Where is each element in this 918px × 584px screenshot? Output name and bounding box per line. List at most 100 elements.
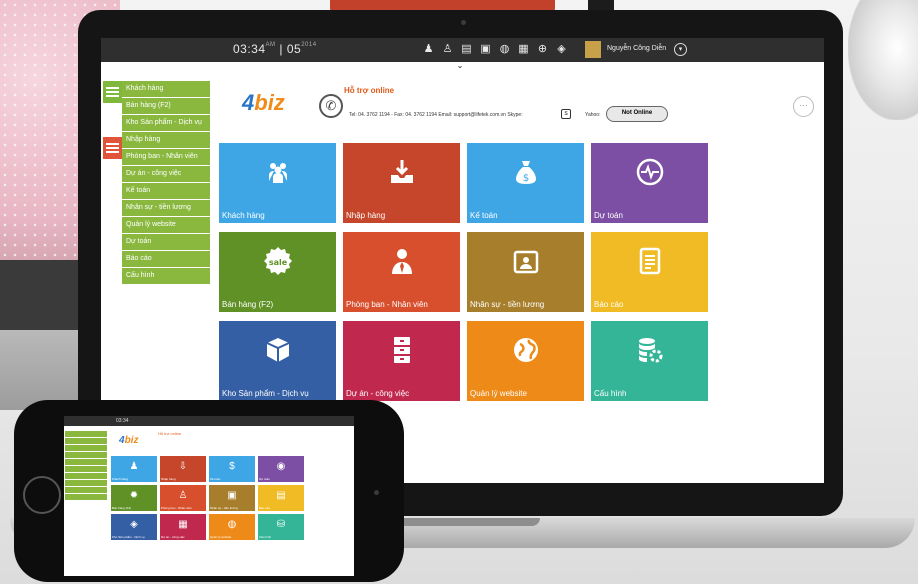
phone-tile: ◉ Dự toán: [258, 456, 304, 482]
import-icon: ⇩: [178, 461, 188, 472]
phone-screen: 03:34 4biz Hỗ trợ online ♟ Khách hàng ⇩ Nh…: [64, 416, 354, 576]
money-bag-icon: $: [467, 157, 584, 194]
phone-tile: ⛁ Cấu hình: [258, 514, 304, 540]
phone-menu-item: [65, 494, 107, 500]
shield-icon[interactable]: ◈: [556, 43, 567, 56]
tile-ban-hang[interactable]: sale Bán hàng (F2): [219, 232, 336, 312]
phone-menu-item: [65, 438, 107, 444]
employee-icon: [343, 246, 460, 283]
globe-icon: ◍: [227, 519, 237, 530]
report-icon: [591, 246, 708, 283]
users-icon: ♟: [129, 461, 139, 472]
sidebar-item[interactable]: Quản lý website: [122, 217, 210, 233]
phone-logo-text: biz: [124, 435, 139, 446]
phone-tile-label: Nhập hàng: [161, 477, 176, 481]
tile-nhap-hang[interactable]: Nhập hàng: [343, 143, 460, 223]
tile-phong-ban[interactable]: Phòng ban - Nhân viên: [343, 232, 460, 312]
sidebar-item[interactable]: Báo cáo: [122, 251, 210, 267]
users-icon[interactable]: ♙: [442, 43, 453, 56]
menu-toggle-button-secondary[interactable]: [103, 137, 122, 159]
avatar[interactable]: [585, 41, 601, 58]
user-name[interactable]: Nguyễn Công Diễn: [607, 45, 666, 52]
sidebar-item[interactable]: Khách hàng: [122, 81, 210, 97]
phone-tile-label: Bán hàng (F2): [112, 506, 132, 510]
yahoo-status-badge[interactable]: Not Online: [606, 106, 668, 122]
phone-support-title: Hỗ trợ online: [158, 431, 182, 436]
tile-label: Báo cáo: [594, 300, 624, 309]
tile-nhan-su[interactable]: Nhân sự - tiền lương: [467, 232, 584, 312]
tile-ke-toan[interactable]: $ Kế toán: [467, 143, 584, 223]
sidebar-item[interactable]: Kho Sản phẩm - Dịch vụ: [122, 115, 210, 131]
phone-tile-label: Cấu hình: [259, 535, 272, 539]
cabinet-icon: [343, 335, 460, 372]
tile-label: Kho Sản phẩm - Dịch vụ: [222, 389, 309, 398]
sidebar-item[interactable]: Kế toán: [122, 183, 210, 199]
sidebar-item[interactable]: Cấu hình: [122, 268, 210, 284]
background-monitor: [0, 260, 78, 330]
users-icon: [219, 157, 336, 194]
phone-menu-item: [65, 487, 107, 493]
phone-tile-grid: ♟ Khách hàng ⇩ Nhập hàng $ Kế toán ◉ Dự toán…: [111, 456, 304, 540]
phone-side-menu: [65, 431, 107, 501]
settings-icon[interactable]: ⊕: [537, 43, 548, 56]
more-icon[interactable]: ···: [793, 96, 814, 117]
sidebar-item[interactable]: Nhân sự - tiền lương: [122, 200, 210, 216]
box-icon[interactable]: ▣: [480, 43, 491, 56]
sidebar-item[interactable]: Phòng ban - Nhân viên: [122, 149, 210, 165]
sidebar-item[interactable]: Bán hàng (F2): [122, 98, 210, 114]
phone-tile-label: Báo cáo: [259, 506, 271, 510]
tile-du-toan[interactable]: Dự toán: [591, 143, 708, 223]
sidebar-item[interactable]: Dự toán: [122, 234, 210, 250]
report-icon: ▤: [276, 490, 286, 501]
background-object: [588, 0, 614, 10]
report-icon[interactable]: ▦: [518, 43, 529, 56]
logo[interactable]: 4biz: [242, 90, 285, 116]
phone-tile: ✹ Bán hàng (F2): [111, 485, 157, 511]
tile-bao-cao[interactable]: Báo cáo: [591, 232, 708, 312]
tile-kho-san-pham[interactable]: Kho Sản phẩm - Dịch vụ: [219, 321, 336, 401]
tile-quan-ly-website[interactable]: Quản lý website: [467, 321, 584, 401]
phone-tile: ⇩ Nhập hàng: [160, 456, 206, 482]
sidebar-item[interactable]: Nhập hàng: [122, 132, 210, 148]
toolbar-icons: ♟ ♙ ▤ ▣ ◍ ▦ ⊕ ◈: [423, 43, 567, 56]
globe-icon[interactable]: ◍: [499, 43, 510, 56]
phone-tile-label: Quản lý website: [210, 535, 232, 539]
skype-icon[interactable]: S: [561, 109, 571, 119]
phone-tile-label: Dự toán: [259, 477, 270, 481]
tile-du-an[interactable]: Dự án - công việc: [343, 321, 460, 401]
chevron-down-icon[interactable]: ▾: [674, 43, 687, 56]
tile-label: Cấu hình: [594, 389, 627, 398]
phone-camera: [374, 490, 379, 495]
tile-cau-hinh[interactable]: Cấu hình: [591, 321, 708, 401]
globe-icon: [467, 335, 584, 372]
database-gear-icon: ⛁: [276, 519, 286, 530]
phone-menu-item: [65, 466, 107, 472]
logo-text: biz: [254, 90, 285, 115]
phone-tile-label: Dự án - công việc: [161, 535, 185, 539]
home-button: [23, 476, 61, 514]
svg-text:sale: sale: [268, 258, 287, 267]
tile-label: Khách hàng: [222, 211, 265, 220]
yahoo-label: Yahoo:: [585, 112, 601, 118]
tile-label: Phòng ban - Nhân viên: [346, 300, 428, 309]
phone-clock: 03:34: [116, 418, 129, 424]
tile-label: Dự toán: [594, 211, 623, 220]
user-icon[interactable]: ♟: [423, 43, 434, 56]
sidebar-item[interactable]: Dự án - công việc: [122, 166, 210, 182]
employee-icon: ♙: [178, 490, 188, 501]
phone-menu-item: [65, 431, 107, 437]
support-title: Hỗ trợ online: [344, 86, 395, 95]
import-icon: [343, 157, 460, 194]
phone-menu-item: [65, 480, 107, 486]
id-card-icon: [467, 246, 584, 283]
tile-label: Quản lý website: [470, 389, 527, 398]
tile-khach-hang[interactable]: Khách hàng: [219, 143, 336, 223]
document-icon[interactable]: ▤: [461, 43, 472, 56]
box-icon: ◈: [130, 519, 138, 530]
phone-tile: ♙ Phòng ban - Nhân viên: [160, 485, 206, 511]
chevron-down-icon[interactable]: ⌄: [453, 62, 467, 72]
phone-top-bar: 03:34: [64, 416, 354, 426]
menu-toggle-button[interactable]: [103, 81, 122, 103]
phone-tile: ▦ Dự án - công việc: [160, 514, 206, 540]
contact-info: Tel: 04. 3762 1194 - Fax: 04. 3762 1194 …: [349, 112, 523, 118]
